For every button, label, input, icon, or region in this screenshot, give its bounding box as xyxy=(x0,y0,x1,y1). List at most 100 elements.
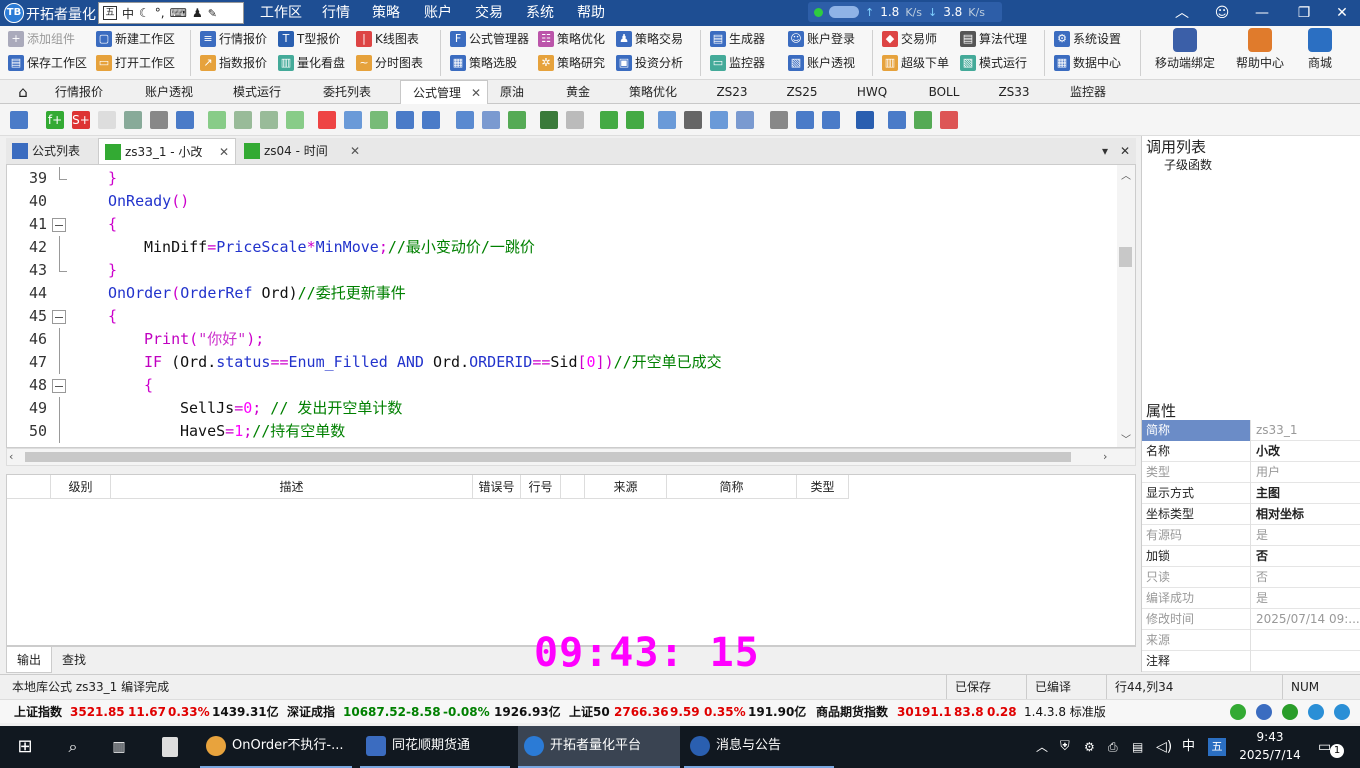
wrench-icon[interactable]: ✎ xyxy=(208,7,217,20)
ime-wubi-icon[interactable]: 五 xyxy=(1208,726,1226,768)
col-header-line-no[interactable]: 行号 xyxy=(521,475,561,499)
taskbar-chrome[interactable]: OnOrder不执行-... xyxy=(200,726,352,768)
edit-icon[interactable] xyxy=(540,111,558,129)
monitor-button[interactable]: ▭ 监控器 xyxy=(710,52,765,74)
taskbar-date[interactable]: 2025/7/14 xyxy=(1234,748,1306,762)
scroll-right-icon[interactable]: › xyxy=(1103,449,1107,465)
font-icon[interactable] xyxy=(770,111,788,129)
chart-remove-icon[interactable] xyxy=(940,111,958,129)
tab-output[interactable]: 输出 xyxy=(6,647,53,673)
tab-strategy-optimize[interactable]: 策略优化 xyxy=(620,80,686,104)
tab-close-icon[interactable]: ✕ xyxy=(471,81,481,105)
notification-icon[interactable]: ▭ xyxy=(1318,726,1331,768)
save-workspace-button[interactable]: ▤ 保存工作区 xyxy=(8,52,87,74)
kline-chart-button[interactable]: | K线图表 xyxy=(356,28,419,50)
scroll-up-icon[interactable]: ︿ xyxy=(1121,167,1131,182)
menu-list-icon[interactable] xyxy=(10,111,28,129)
list-view-icon[interactable] xyxy=(260,111,278,129)
find-file-icon[interactable] xyxy=(658,111,676,129)
menu-account[interactable]: 账户 xyxy=(414,0,462,26)
strategy-stock-pick-button[interactable]: ▦ 策略选股 xyxy=(450,52,517,74)
add-strategy-icon[interactable]: S+ xyxy=(72,111,90,129)
tab-account-view[interactable]: 账户透视 xyxy=(132,80,206,104)
import-icon[interactable] xyxy=(124,111,142,129)
menu-trade[interactable]: 交易 xyxy=(465,0,513,26)
save-icon[interactable] xyxy=(150,111,168,129)
data-center-button[interactable]: ▦ 数据中心 xyxy=(1054,52,1121,74)
algo-agent-button[interactable]: ▤ 算法代理 xyxy=(960,28,1027,50)
system-settings-button[interactable]: ⚙ 系统设置 xyxy=(1054,28,1121,50)
disabled-edit-icon[interactable] xyxy=(566,111,584,129)
zoom-in-icon[interactable] xyxy=(796,111,814,129)
super-order-button[interactable]: ▥ 超级下单 xyxy=(882,52,949,74)
search-icon[interactable] xyxy=(684,111,702,129)
import-arrow-icon[interactable] xyxy=(600,111,618,129)
index-name[interactable]: 上证50 xyxy=(569,700,610,724)
prop-value[interactable]: 小改 xyxy=(1252,441,1360,462)
col-header-type[interactable]: 类型 xyxy=(797,475,849,499)
menu-help[interactable]: 帮助 xyxy=(567,0,615,26)
copy-icon[interactable] xyxy=(344,111,362,129)
prop-value[interactable]: 否 xyxy=(1252,546,1360,567)
menu-workspace[interactable]: 工作区 xyxy=(250,0,312,26)
add-component-button[interactable]: + 添加组件 xyxy=(8,28,75,50)
message-icon[interactable] xyxy=(1334,704,1350,720)
chart-line-icon[interactable] xyxy=(888,111,906,129)
t-quote-button[interactable]: T T型报价 xyxy=(278,28,340,50)
tab-zs25[interactable]: ZS25 xyxy=(780,80,824,104)
index-name[interactable]: 上证指数 xyxy=(14,700,62,724)
help-center-button[interactable]: 帮助中心 xyxy=(1232,28,1288,78)
tab-close-icon[interactable]: ✕ xyxy=(219,139,229,165)
tab-gold[interactable]: 黄金 xyxy=(558,80,598,104)
editor-horizontal-scrollbar[interactable]: ‹ › xyxy=(6,448,1136,466)
open-workspace-button[interactable]: ▭ 打开工作区 xyxy=(96,52,175,74)
prop-row[interactable]: 名称 小改 xyxy=(1142,441,1360,462)
quote-list-button[interactable]: ≡ 行情报价 xyxy=(200,28,267,50)
store-button[interactable]: 商城 xyxy=(1300,28,1340,78)
close-icon[interactable]: ✕ xyxy=(1322,0,1360,26)
col-header-level[interactable]: 级别 xyxy=(51,475,111,499)
search-panel-icon[interactable] xyxy=(286,111,304,129)
scroll-thumb[interactable] xyxy=(1119,247,1132,267)
col-header-desc[interactable]: 描述 xyxy=(111,475,473,499)
punct-icon[interactable]: °, xyxy=(155,6,165,20)
close-panel-icon[interactable]: ✕ xyxy=(1120,138,1130,164)
add-user-icon[interactable] xyxy=(1282,704,1298,720)
tab-close-icon[interactable]: ✕ xyxy=(350,138,360,164)
tray-app-icon[interactable]: ⚙ xyxy=(1084,726,1095,768)
ime-tray[interactable]: 中 xyxy=(1182,726,1195,768)
calculator-icon[interactable] xyxy=(158,726,182,768)
account-view-button[interactable]: ▧ 账户透视 xyxy=(788,52,855,74)
support-icon[interactable] xyxy=(1256,704,1272,720)
scroll-down-icon[interactable]: ﹀ xyxy=(1121,431,1131,446)
tab-zs33-1[interactable]: zs33_1 - 小改 ✕ xyxy=(98,138,236,164)
fold-toggle-icon[interactable] xyxy=(52,218,66,232)
tab-hwq[interactable]: HWQ xyxy=(850,80,894,104)
restore-icon[interactable]: ❐ xyxy=(1284,0,1324,26)
tab-boll[interactable]: BOLL xyxy=(922,80,966,104)
grid-icon[interactable] xyxy=(508,111,526,129)
tab-formula-manage[interactable]: 公式管理 ✕ xyxy=(400,80,488,104)
trader-button[interactable]: ◆ 交易师 xyxy=(882,28,937,50)
shield-icon[interactable]: ⛨ xyxy=(1060,726,1070,768)
fold-toggle-icon[interactable] xyxy=(52,379,66,393)
prop-value[interactable]: 相对坐标 xyxy=(1252,504,1360,525)
prop-row[interactable]: 简称 zs33_1 xyxy=(1142,420,1360,441)
mode-run-button[interactable]: ▧ 模式运行 xyxy=(960,52,1027,74)
strategy-trade-button[interactable]: ♟ 策略交易 xyxy=(616,28,683,50)
volume-icon[interactable]: ◁) xyxy=(1156,726,1172,768)
toggle-icon[interactable] xyxy=(829,6,859,18)
generator-button[interactable]: ▤ 生成器 xyxy=(710,28,765,50)
network-tray-icon[interactable]: ▤ xyxy=(1132,726,1143,768)
fold-toggle-icon[interactable] xyxy=(52,310,66,324)
menu-quotes[interactable]: 行情 xyxy=(312,0,360,26)
col-header-source[interactable]: 来源 xyxy=(585,475,667,499)
taskbar-time[interactable]: 9:43 xyxy=(1238,730,1302,744)
tray-chevron-icon[interactable]: ︿ xyxy=(1036,726,1048,768)
tab-find[interactable]: 查找 xyxy=(52,647,96,673)
add-formula-icon[interactable]: f+ xyxy=(46,111,64,129)
replace-icon[interactable] xyxy=(710,111,728,129)
col-header-error-no[interactable]: 错误号 xyxy=(473,475,521,499)
find-doc-icon[interactable] xyxy=(736,111,754,129)
tree-view-icon[interactable] xyxy=(234,111,252,129)
